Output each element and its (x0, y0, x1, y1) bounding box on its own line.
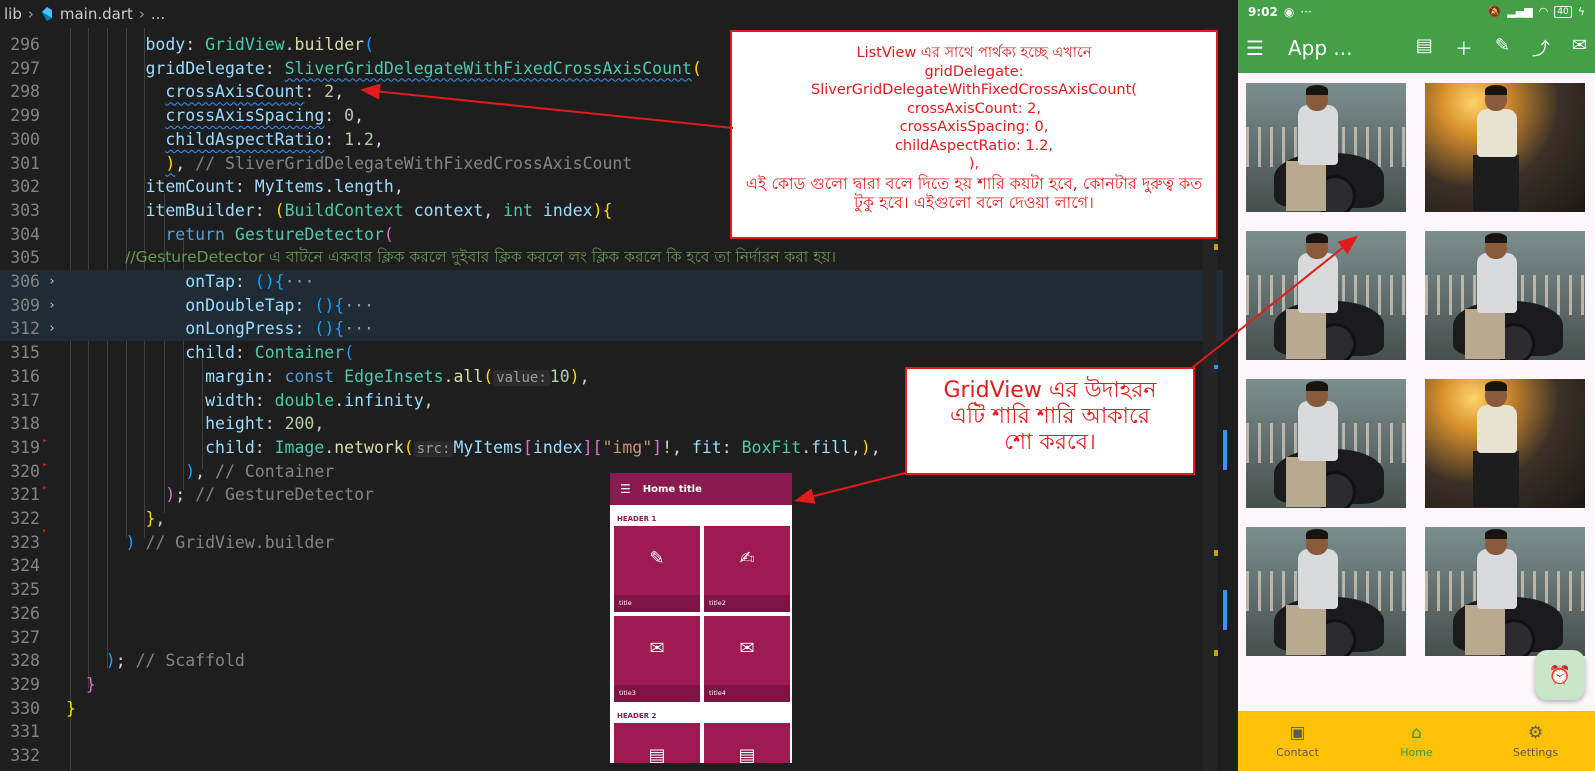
code-line-folded[interactable]: 309 › onDoubleTap: (){··· (0, 293, 1223, 318)
annotation-line: ListView এর সাথে পার্থক্য হচ্ছে এখানে (856, 45, 1092, 61)
dart-file-icon (41, 7, 52, 21)
charging-icon: ϟ (1577, 5, 1585, 18)
scroll-marker (1223, 430, 1227, 470)
breadcrumb: lib › main.dart › ... (0, 0, 1240, 28)
nav-item-contact[interactable]: ▣ Contact (1238, 711, 1357, 771)
breadcrumb-root[interactable]: lib (4, 5, 22, 23)
annotation-line: SliverGridDelegateWithFixedCrossAxisCoun… (811, 82, 1137, 98)
app-title: App ... (1287, 36, 1353, 60)
wifi-icon: ◠ (1538, 5, 1549, 18)
grid-photo[interactable] (1246, 527, 1406, 656)
call-split-icon[interactable]: ⤴ (1532, 35, 1550, 61)
breadcrumb-more[interactable]: ... (151, 5, 165, 23)
hamburger-menu-icon[interactable]: ☰ (620, 482, 631, 496)
mini-grid-tile[interactable]: ▤ (704, 723, 790, 763)
annotation-line: gridDelegate: (924, 63, 1024, 80)
app-bar: ☰ App ... ▤ ＋ ✎ ⤴ ✉ (1238, 23, 1595, 73)
annotation-line: শো করবে। (1004, 430, 1096, 455)
mini-grid-tile[interactable]: ✉ title4 (704, 616, 790, 702)
warning-marker-icon: ▸ (42, 436, 48, 446)
chevron-right-icon: › (138, 5, 145, 23)
grid-photo[interactable] (1246, 379, 1406, 508)
list-icon: ▤ (738, 745, 756, 763)
tile-label: title2 (704, 595, 790, 612)
contact-icon: ▣ (1289, 723, 1306, 743)
nav-item-settings[interactable]: ⚙ Settings (1476, 711, 1595, 771)
annotation-line: crossAxisCount: 2, (906, 100, 1042, 117)
grid-photo[interactable] (1425, 527, 1585, 656)
nav-label: Settings (1512, 746, 1559, 759)
battery-icon: 40 (1554, 5, 1572, 18)
gridview-example-screenshot: ☰ Home title HEADER 1 ✎ title ✍ title2 ✉ tit… (610, 473, 792, 763)
scroll-marker (1214, 365, 1218, 369)
tile-label: title3 (614, 685, 700, 702)
mini-section-header: HEADER 2 (617, 712, 657, 720)
scroll-marker (1214, 650, 1218, 656)
nav-label: Contact (1276, 746, 1319, 759)
tile-label: title4 (704, 685, 790, 702)
edit-note-icon: ✍ (739, 548, 755, 569)
gear-icon: ⚙ (1527, 723, 1544, 743)
home-icon: ⌂ (1411, 723, 1422, 743)
mini-grid-tile[interactable]: ✉ title3 (614, 616, 700, 702)
warning-marker-icon: ▸ (42, 526, 48, 536)
edit-icon[interactable]: ✎ (1495, 35, 1510, 61)
fold-chevron-icon[interactable]: › (48, 294, 56, 318)
bottom-navigation: ▣ Contact ⌂ Home ⚙ Settings (1238, 711, 1595, 771)
warning-marker-icon: ▸ (42, 483, 48, 493)
annotation-box-gridview-example: GridView এর উদাহরন এটি শারি শারি আকারে শ… (905, 367, 1195, 475)
fold-chevron-icon[interactable]: › (48, 317, 56, 341)
nav-label: Home (1400, 746, 1433, 759)
mute-icon: 🔕 (1487, 5, 1502, 18)
photo-grid[interactable] (1246, 83, 1585, 656)
mini-app-title: Home title (642, 483, 702, 495)
annotation-line: এটি শারি শারি আকারে (950, 404, 1150, 429)
annotation-line: crossAxisSpacing: 0, (899, 119, 1049, 135)
alarm-fab-button[interactable]: ⏰ (1535, 650, 1585, 700)
grid-photo[interactable] (1246, 83, 1406, 212)
annotation-line: childAspectRatio: 1.2, (894, 137, 1054, 154)
tile-label: title (614, 595, 700, 612)
warning-marker-icon: ▸ (42, 460, 48, 470)
mini-section-header: HEADER 1 (617, 515, 657, 523)
mini-grid-tile[interactable]: ✎ title (614, 526, 700, 612)
mail-icon: ✉ (739, 638, 755, 659)
status-bar: 9:02 ◉ ··· 🔕 ▂▄▆ ◠ 40 ϟ (1238, 0, 1595, 23)
code-line-folded[interactable]: 312 › onLongPress: (){··· (0, 317, 1223, 342)
alarm-icon: ⏰ (1548, 664, 1572, 686)
chevron-right-icon: › (27, 5, 34, 23)
annotation-line: এই কোড গুলো দ্বারা বলে দিতে হয় শারি কয়… (745, 173, 1203, 212)
fold-chevron-icon[interactable]: › (48, 270, 56, 294)
signal-icon: ▂▄▆ (1507, 5, 1533, 18)
mini-app-bar: ☰ Home title (610, 473, 792, 505)
status-time: 9:02 (1248, 4, 1278, 19)
add-icon[interactable]: ＋ (1455, 35, 1473, 61)
whatsapp-icon: ◉ (1283, 4, 1295, 19)
pencil-icon: ✎ (649, 548, 665, 569)
hamburger-menu-icon[interactable]: ☰ (1246, 36, 1264, 60)
code-line: 305 //GestureDetector এ বাটনে একবার ক্লি… (10, 248, 837, 268)
annotation-line: ), (968, 156, 980, 172)
envelope-hand-icon: ✉ (649, 638, 665, 659)
mini-grid-tile[interactable]: ▤ (614, 723, 700, 763)
code-line-folded[interactable]: 306 › onTap: (){··· (0, 270, 1223, 294)
annotation-line: GridView এর উদাহরন (943, 378, 1157, 403)
more-dots-icon: ··· (1300, 4, 1312, 19)
grid-photo[interactable] (1425, 379, 1585, 508)
annotation-box-listview-diff: ListView এর সাথে পার্থক্য হচ্ছে এখানে gr… (730, 30, 1218, 239)
comment-icon[interactable]: ▤ (1416, 35, 1433, 61)
grid-photo[interactable] (1425, 231, 1585, 360)
image-icon: ▤ (648, 745, 666, 763)
grid-photo[interactable] (1246, 231, 1406, 360)
mail-icon[interactable]: ✉ (1572, 35, 1587, 61)
scroll-marker (1214, 244, 1218, 250)
scroll-marker (1223, 590, 1227, 630)
nav-item-home[interactable]: ⌂ Home (1357, 711, 1476, 771)
scroll-marker (1214, 550, 1218, 556)
mini-grid-tile[interactable]: ✍ title2 (704, 526, 790, 612)
breadcrumb-file[interactable]: main.dart (60, 5, 133, 23)
code-line: 315 child: Container( (10, 343, 355, 363)
grid-photo[interactable] (1425, 83, 1585, 212)
